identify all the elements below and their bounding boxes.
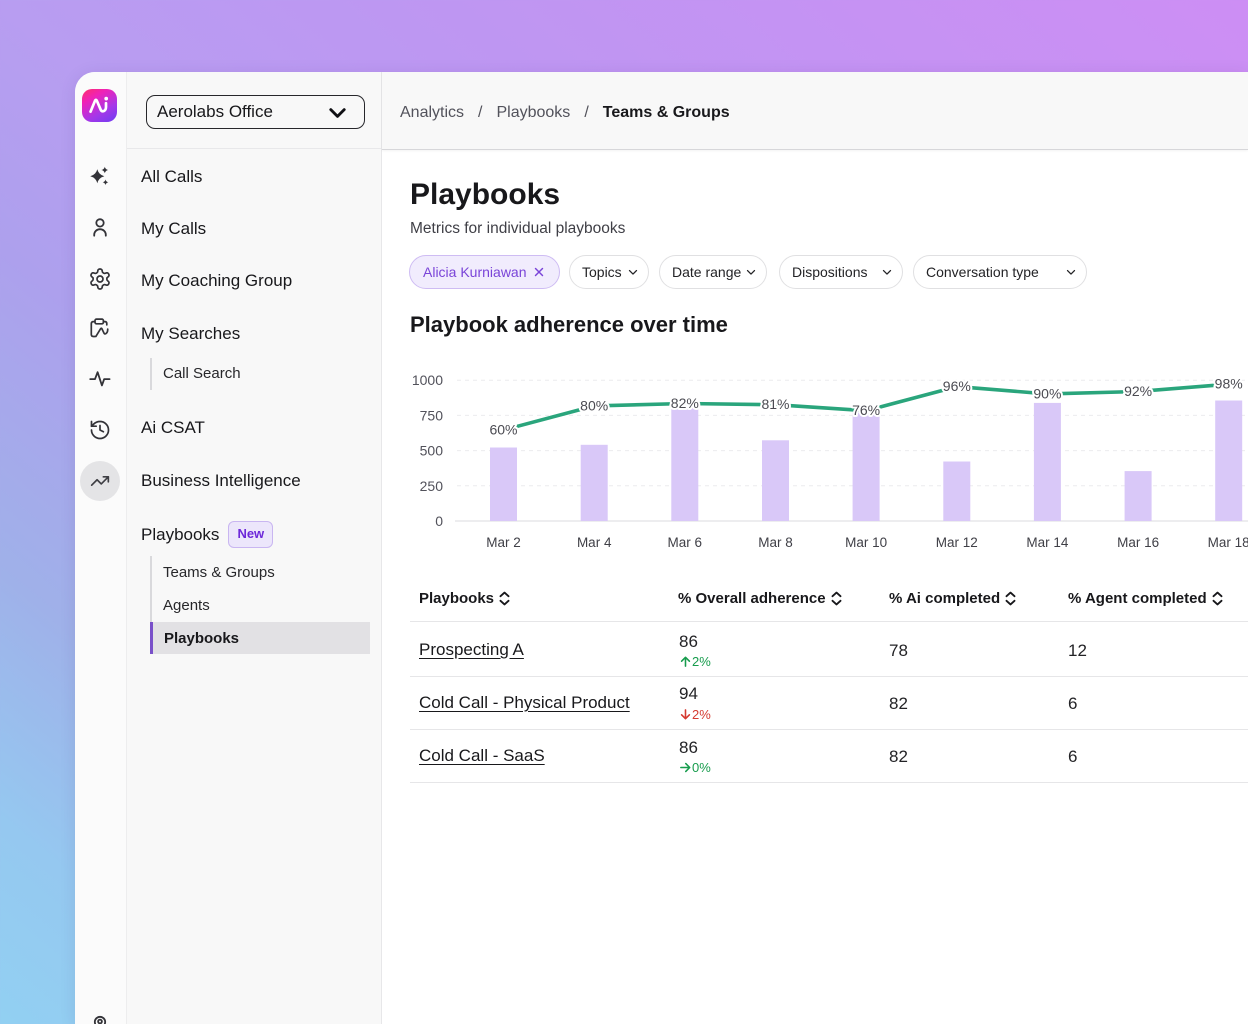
svg-text:Mar 10: Mar 10 [845, 535, 887, 550]
svg-text:92%: 92% [1124, 383, 1152, 399]
svg-text:Mar 16: Mar 16 [1117, 535, 1159, 550]
svg-text:60%: 60% [489, 422, 517, 438]
svg-text:Mar 4: Mar 4 [577, 535, 612, 550]
svg-text:Mar 8: Mar 8 [758, 535, 793, 550]
svg-text:500: 500 [420, 443, 444, 459]
svg-text:250: 250 [420, 478, 444, 494]
svg-text:1000: 1000 [412, 372, 443, 388]
svg-text:750: 750 [420, 407, 444, 423]
svg-text:Mar 2: Mar 2 [486, 535, 521, 550]
svg-text:Mar 14: Mar 14 [1026, 535, 1069, 550]
svg-text:76%: 76% [852, 402, 880, 418]
svg-text:98%: 98% [1215, 376, 1243, 392]
svg-text:0: 0 [435, 513, 443, 529]
svg-text:Mar 6: Mar 6 [668, 535, 703, 550]
svg-text:80%: 80% [580, 397, 608, 413]
svg-text:Mar 18: Mar 18 [1208, 535, 1248, 550]
svg-text:82%: 82% [671, 395, 699, 411]
svg-text:Mar 12: Mar 12 [936, 535, 978, 550]
svg-text:81%: 81% [761, 396, 789, 412]
svg-text:96%: 96% [943, 378, 971, 394]
svg-text:90%: 90% [1033, 385, 1061, 401]
